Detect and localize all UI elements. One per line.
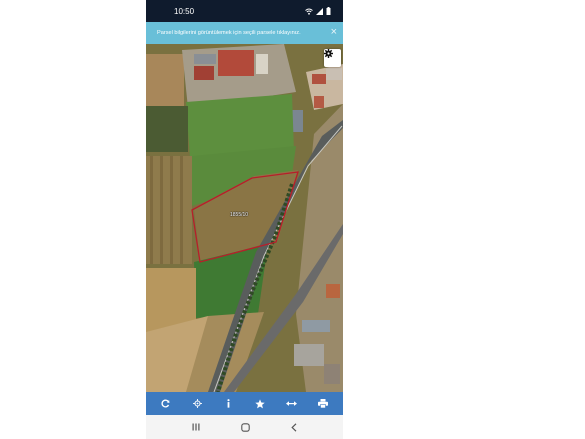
locate-button[interactable] <box>187 394 207 414</box>
locate-icon <box>192 399 202 408</box>
info-banner: Parsel bilgilerini görüntülemek için seç… <box>146 22 343 44</box>
status-icons <box>305 7 331 15</box>
map-settings-button[interactable] <box>324 49 341 67</box>
map-imagery <box>146 44 343 392</box>
favorite-icon <box>255 398 265 408</box>
recent-apps-button[interactable] <box>192 423 200 431</box>
battery-icon <box>326 7 331 15</box>
print-button[interactable] <box>313 394 333 414</box>
status-time: 10:50 <box>174 6 195 16</box>
status-bar: 10:50 <box>146 0 343 22</box>
phone-screen: 10:50 Parsel bilgilerini görüntülemek iç… <box>146 0 343 439</box>
satellite-map[interactable]: 1855/10 <box>146 44 343 392</box>
parcel-label[interactable]: 1855/10 <box>230 212 248 218</box>
signal-icon <box>316 7 323 15</box>
refresh-icon <box>161 399 170 408</box>
measure-button[interactable] <box>282 394 302 414</box>
back-button[interactable] <box>290 422 297 432</box>
print-icon <box>318 399 329 408</box>
measure-icon <box>286 401 298 406</box>
info-icon <box>227 399 230 408</box>
favorite-button[interactable] <box>250 394 270 414</box>
back-icon <box>290 422 297 432</box>
recent-apps-icon <box>192 423 200 431</box>
wifi-icon <box>305 8 313 15</box>
banner-message: Parsel bilgilerini görüntülemek için seç… <box>157 30 301 36</box>
info-button[interactable] <box>219 394 239 414</box>
home-button[interactable] <box>241 422 250 432</box>
refresh-button[interactable] <box>156 394 176 414</box>
system-nav-bar <box>146 415 343 439</box>
close-banner-button[interactable]: × <box>331 25 337 39</box>
gear-icon <box>324 49 333 58</box>
home-icon <box>241 422 250 432</box>
map-toolbar <box>146 392 343 415</box>
